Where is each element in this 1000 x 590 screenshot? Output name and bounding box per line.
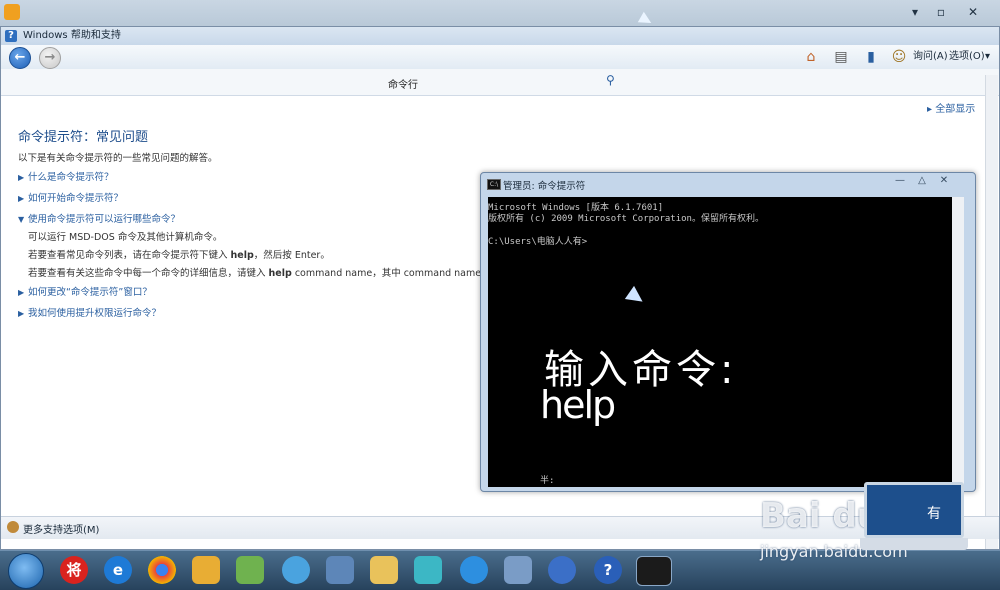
search-bar: ⚲ (1, 69, 999, 96)
back-button[interactable]: ← (9, 47, 31, 69)
faq-label: 如何更改“命令提示符”窗口？ (28, 287, 152, 298)
console-area[interactable]: Microsoft Windows [版本 6.1.7601] 版权所有 (c)… (488, 197, 952, 487)
page-title: 命令提示符：常见问题 (18, 130, 149, 145)
paint-icon[interactable] (504, 556, 532, 584)
cmd-taskbar-icon[interactable] (636, 556, 672, 586)
show-all-link[interactable]: ▸ 全部显示 (927, 100, 975, 115)
ime-indicator: 半: (540, 476, 555, 486)
more-support-button[interactable]: 更多支持选项(M) (23, 521, 99, 536)
console-prompt: C:\Users\电脑人人有> (488, 237, 588, 247)
cmd-icon: C:\ (487, 179, 501, 190)
content-scrollbar[interactable] (985, 75, 998, 549)
faq-label: 使用命令提示符可以运行哪些命令？ (28, 214, 181, 225)
intro-text: 以下是有关命令提示符的一些常见问题的解答。 (18, 153, 218, 164)
restore-icon[interactable]: ▫ (930, 4, 952, 20)
faq-label: 什么是命令提示符？ (28, 172, 114, 183)
faq-item-elevated[interactable]: ▶ 我如何使用提升权限运行命令？ (18, 305, 161, 319)
browser-icon[interactable] (282, 556, 310, 584)
cmd-minimize-icon[interactable]: — (891, 175, 909, 186)
options-button[interactable]: 选项(O) (949, 50, 985, 64)
options-chevron-icon[interactable]: ▾ (985, 50, 990, 64)
answer-line-1: 可以运行 MSD-DOS 命令及其他计算机命令。 (28, 232, 223, 243)
remote-desktop-icon[interactable] (326, 556, 354, 584)
minimize-icon[interactable]: ▾ (904, 4, 926, 20)
answer-text: 若要查看常见命令列表，请在命令提示符下键入 (28, 250, 231, 261)
expand-arrow-icon: ▶ (18, 309, 25, 318)
cloud-icon[interactable] (548, 556, 576, 584)
explorer-icon[interactable] (370, 556, 398, 584)
title-bar: ? Windows 帮助和支持 (1, 27, 999, 46)
answer-line-3: 若要查看有关这些命令中每一个命令的详细信息，请键入 help command n… (28, 265, 532, 279)
folder-icon[interactable] (236, 556, 264, 584)
ask-icon[interactable]: ☺ (889, 47, 909, 67)
collapse-arrow-icon: ▼ (18, 215, 25, 224)
console-line-2: 版权所有 (c) 2009 Microsoft Corporation。保留所有… (488, 214, 764, 224)
faq-label: 我如何使用提升权限运行命令？ (28, 308, 162, 319)
faq-item-change-window[interactable]: ▶ 如何更改“命令提示符”窗口？ (18, 284, 152, 298)
answer-command: help (268, 268, 292, 279)
chrome-icon[interactable] (148, 556, 176, 584)
faq-item-what-is[interactable]: ▶ 什么是命令提示符？ (18, 169, 114, 183)
cursor-arrow-icon (624, 285, 648, 309)
close-icon[interactable]: ✕ (962, 4, 984, 20)
support-icon (7, 521, 19, 533)
cmd-maximize-icon[interactable]: △ (913, 175, 931, 186)
top-strip: ▾ ▫ ✕ (0, 0, 1000, 29)
nav-toolbar: ← → ⌂ ▤ ▮ ☺ 询问(A) 选项(O) ▾ (1, 45, 999, 69)
show-all-label: 全部显示 (935, 104, 976, 115)
forward-button[interactable]: → (39, 47, 61, 69)
expand-arrow-icon: ▶ (18, 288, 25, 297)
laptop-logo: 有 (860, 480, 970, 558)
answer-line-2: 若要查看常见命令列表，请在命令提示符下键入 help，然后按 Enter。 (28, 247, 330, 261)
laptop-screen: 有 (864, 482, 964, 538)
print-icon[interactable]: ▤ (831, 47, 851, 67)
app-icon-top (4, 4, 20, 20)
home-icon[interactable]: ⌂ (801, 47, 821, 67)
window-title: Windows 帮助和支持 (23, 30, 121, 41)
answer-text: 若要查看有关这些命令中每一个命令的详细信息，请键入 (28, 268, 269, 279)
start-button[interactable] (8, 553, 44, 589)
console-scrollbar[interactable] (952, 197, 964, 487)
media-player-icon[interactable] (192, 556, 220, 584)
ask-button[interactable]: 询问(A) (913, 50, 948, 64)
laptop-base (860, 538, 968, 550)
help-app-icon: ? (5, 30, 17, 42)
search-icon[interactable]: ⚲ (606, 73, 615, 87)
expand-arrow-icon: ▶ (18, 173, 25, 182)
browse-help-icon[interactable]: ▮ (861, 47, 881, 67)
answer-text: ，然后按 Enter。 (253, 250, 330, 261)
faq-item-which-commands[interactable]: ▼ 使用命令提示符可以运行哪些命令？ (18, 211, 180, 225)
overlay-command: help (540, 383, 616, 427)
faq-label: 如何开始命令提示符？ (28, 193, 124, 204)
network-icon[interactable] (414, 556, 442, 584)
ie-icon[interactable]: e (104, 556, 132, 584)
answer-command: help (230, 250, 254, 261)
expand-arrow-icon: ▶ (18, 194, 25, 203)
cmd-close-icon[interactable]: ✕ (935, 175, 953, 186)
app-settings-icon[interactable] (460, 556, 488, 584)
cmd-window: C:\ 管理员: 命令提示符 — △ ✕ Microsoft Windows [… (480, 172, 976, 492)
laptop-text: 有 (927, 506, 941, 522)
chevron-right-icon: ▸ (927, 104, 936, 115)
faq-item-how-start[interactable]: ▶ 如何开始命令提示符？ (18, 190, 123, 204)
cmd-title: 管理员: 命令提示符 (503, 181, 586, 192)
help-icon[interactable]: ? (594, 556, 622, 584)
taskbar-app-jiang[interactable]: 将 (60, 556, 88, 584)
